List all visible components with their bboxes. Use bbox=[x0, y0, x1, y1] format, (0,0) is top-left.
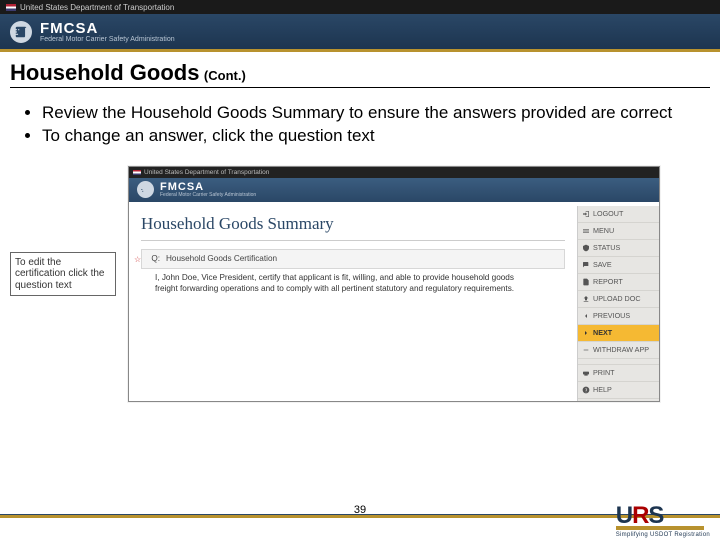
sidebar-item-next[interactable]: NEXT bbox=[578, 325, 659, 342]
menu-icon bbox=[582, 227, 590, 235]
sidebar-item-print[interactable]: PRINT bbox=[578, 365, 659, 382]
slide-title-suffix: (Cont.) bbox=[204, 68, 246, 83]
help-icon bbox=[582, 386, 590, 394]
inner-agency-subtitle: Federal Motor Carrier Safety Administrat… bbox=[160, 193, 256, 198]
inner-gov-header-bar: United States Department of Transportati… bbox=[129, 167, 659, 178]
callout-annotation: To edit the certification click the ques… bbox=[10, 252, 116, 297]
sidebar-item-report[interactable]: REPORT bbox=[578, 274, 659, 291]
sidebar-item-previous[interactable]: PREVIOUS bbox=[578, 308, 659, 325]
save-icon bbox=[582, 261, 590, 269]
section-header[interactable]: Q: Household Goods Certification bbox=[141, 249, 565, 269]
agency-banner: FMCSA Federal Motor Carrier Safety Admin… bbox=[0, 14, 720, 52]
sidebar-item-help[interactable]: HELP bbox=[578, 382, 659, 399]
logout-icon bbox=[582, 210, 590, 218]
sidebar-item-status[interactable]: STATUS bbox=[578, 240, 659, 257]
sidebar-item-label: STATUS bbox=[593, 243, 620, 252]
bullet-item: To change an answer, click the question … bbox=[42, 125, 710, 148]
fmcsa-logo-icon bbox=[10, 21, 32, 43]
urs-accent-bar bbox=[616, 526, 704, 530]
gov-header-bar: United States Department of Transportati… bbox=[0, 0, 720, 14]
sidebar-item-label: LOGOUT bbox=[593, 209, 623, 218]
sidebar-item-label: SAVE bbox=[593, 260, 612, 269]
sidebar-item-label: WITHDRAW APP bbox=[593, 345, 649, 354]
withdraw-icon bbox=[582, 346, 590, 354]
slide-title: Household Goods bbox=[10, 60, 199, 85]
sidebar-item-label: MENU bbox=[593, 226, 614, 235]
inner-agency-name-block: FMCSA Federal Motor Carrier Safety Admin… bbox=[160, 182, 256, 198]
urs-logo: URS Simplifying USDOT Registration bbox=[616, 504, 710, 538]
sidebar-item-save[interactable]: SAVE bbox=[578, 257, 659, 274]
sidebar-item-label: PREVIOUS bbox=[593, 311, 630, 320]
sidebar-nav: LOGOUT MENU STATUS SAVE REPORT UPLOAD DOC PREV… bbox=[577, 206, 659, 401]
slide-title-row: Household Goods (Cont.) bbox=[10, 60, 710, 88]
upload-icon bbox=[582, 295, 590, 303]
inner-gov-header-text: United States Department of Transportati… bbox=[144, 169, 269, 176]
sidebar-item-withdraw-app[interactable]: WITHDRAW APP bbox=[578, 342, 659, 359]
app-window: United States Department of Transportati… bbox=[128, 166, 660, 402]
certification-text: I, John Doe, Vice President, certify tha… bbox=[141, 273, 521, 294]
fmcsa-logo-icon bbox=[137, 181, 154, 198]
inner-agency-banner: FMCSA Federal Motor Carrier Safety Admin… bbox=[129, 178, 659, 206]
agency-name-block: FMCSA Federal Motor Carrier Safety Admin… bbox=[40, 21, 175, 43]
urs-tagline: Simplifying USDOT Registration bbox=[616, 532, 710, 538]
bullet-list: Review the Household Goods Summary to en… bbox=[10, 102, 710, 148]
embedded-screenshot: To edit the certification click the ques… bbox=[54, 166, 666, 406]
sidebar-item-label: NEXT bbox=[593, 328, 612, 337]
urs-wordmark: URS bbox=[616, 504, 664, 528]
report-icon bbox=[582, 278, 590, 286]
gov-header-text: United States Department of Transportati… bbox=[20, 3, 174, 12]
us-flag-icon bbox=[133, 170, 141, 175]
next-icon bbox=[582, 329, 590, 337]
sidebar-item-label: REPORT bbox=[593, 277, 623, 286]
page-title: Household Goods Summary bbox=[141, 214, 565, 241]
sidebar-item-logout[interactable]: LOGOUT bbox=[578, 206, 659, 223]
prev-icon bbox=[582, 312, 590, 320]
agency-subtitle: Federal Motor Carrier Safety Administrat… bbox=[40, 36, 175, 43]
us-flag-icon bbox=[6, 4, 16, 11]
bullet-item: Review the Household Goods Summary to en… bbox=[42, 102, 710, 125]
status-icon bbox=[582, 244, 590, 252]
question-label: Household Goods Certification bbox=[166, 254, 277, 264]
sidebar-item-upload-doc[interactable]: UPLOAD DOC bbox=[578, 291, 659, 308]
print-icon bbox=[582, 369, 590, 377]
sidebar-item-label: PRINT bbox=[593, 368, 615, 377]
sidebar-item-label: HELP bbox=[593, 385, 612, 394]
sidebar-item-label: UPLOAD DOC bbox=[593, 294, 641, 303]
main-panel: Household Goods Summary Q: Household Goo… bbox=[129, 206, 577, 401]
slide-footer: URS Simplifying USDOT Registration bbox=[0, 496, 720, 540]
sidebar-item-menu[interactable]: MENU bbox=[578, 223, 659, 240]
question-prefix: Q: bbox=[151, 254, 160, 264]
agency-name: FMCSA bbox=[40, 21, 175, 36]
